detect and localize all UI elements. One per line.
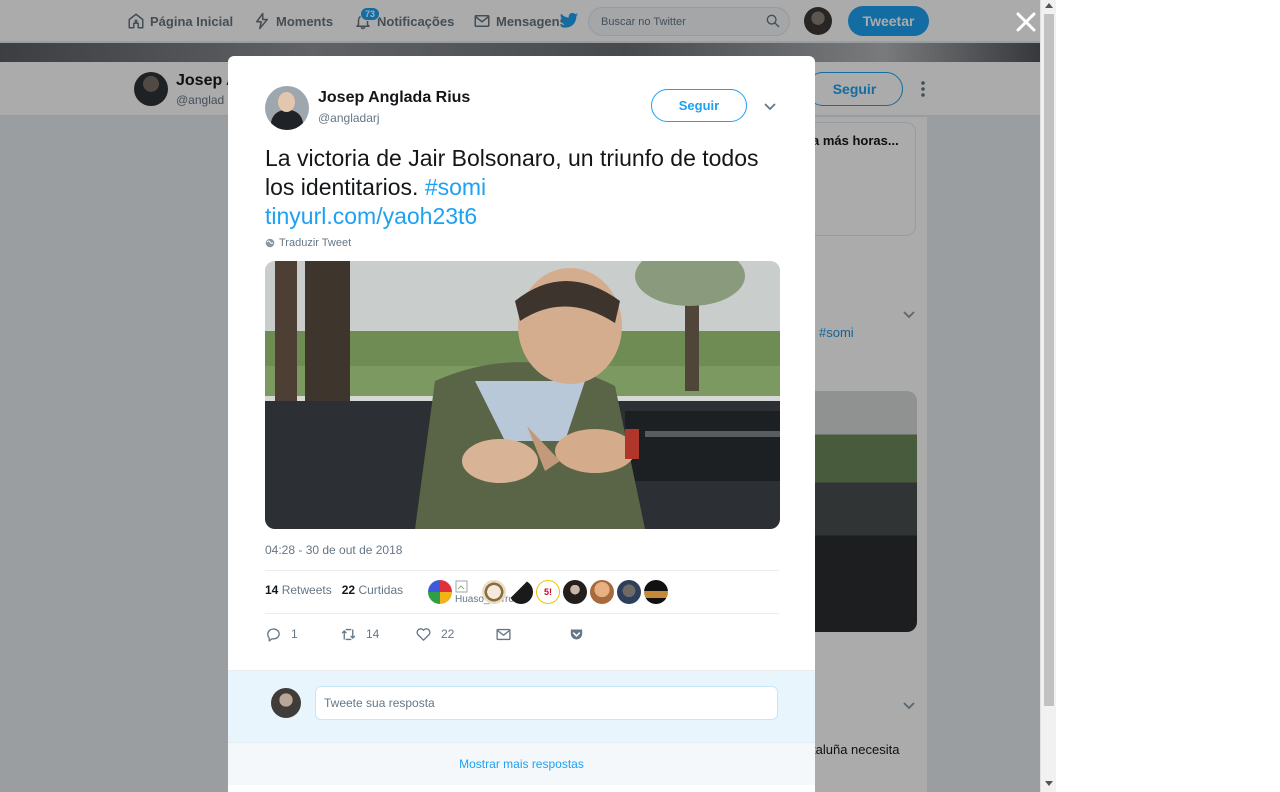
liker-avatar[interactable] <box>428 580 452 604</box>
chevron-down-icon[interactable] <box>763 100 777 114</box>
globe-icon <box>265 238 275 248</box>
scroll-down-arrow-icon[interactable] <box>1045 781 1053 786</box>
author-name[interactable]: Josep Anglada Rius <box>318 89 470 107</box>
translate-label: Traduzir Tweet <box>279 237 352 249</box>
liker-avatar[interactable] <box>563 580 587 604</box>
avatar-face-shape <box>278 92 295 112</box>
broken-image-icon <box>455 580 468 593</box>
retweet-count: 14 <box>265 583 279 597</box>
page-scrollbar[interactable] <box>1040 0 1056 792</box>
like-stat-label: Curtidas <box>358 583 404 597</box>
author-avatar[interactable] <box>265 86 309 130</box>
tweet-photo[interactable] <box>265 261 780 529</box>
reply-area: Tweete sua resposta <box>228 670 815 742</box>
reply-user-avatar <box>271 688 301 718</box>
retweet-action-count: 14 <box>366 627 380 641</box>
envelope-icon <box>496 628 511 640</box>
retweet-stat-label: Retweets <box>281 583 332 597</box>
liker-avatar-badge[interactable]: 5! <box>536 580 560 604</box>
tweet-text-body: La victoria de Jair Bolsonaro, un triunf… <box>265 145 759 200</box>
reply-input[interactable]: Tweete sua resposta <box>315 686 778 720</box>
retweet-icon <box>341 628 356 640</box>
liker-avatar[interactable] <box>644 580 668 604</box>
tweet-timestamp[interactable]: 04:28 - 30 de out de 2018 <box>265 543 402 557</box>
avatar-body-shape <box>271 110 303 130</box>
scrollbar-thumb[interactable] <box>1044 14 1054 706</box>
liker-avatar[interactable] <box>617 580 641 604</box>
tweet-modal: Josep Anglada Rius @angladarj Seguir La … <box>228 56 815 792</box>
tweet-stats: 14 Retweets 22 Curtidas <box>265 583 403 597</box>
show-more-replies-link[interactable]: Mostrar mais respostas <box>228 742 815 785</box>
liker-avatar[interactable] <box>509 580 533 604</box>
author-handle[interactable]: @angladarj <box>318 111 380 125</box>
liker-avatar-broken[interactable]: Huaso_Korro <box>455 580 514 605</box>
reply-button[interactable]: 1 <box>265 624 340 644</box>
reply-icon <box>267 627 280 642</box>
like-button[interactable]: 22 <box>415 624 495 644</box>
retweet-button[interactable]: 14 <box>340 624 415 644</box>
reply-count: 1 <box>291 627 298 641</box>
liker-avatar[interactable] <box>482 580 506 604</box>
close-icon[interactable] <box>1013 9 1039 35</box>
heart-icon <box>416 627 431 641</box>
translate-tweet-link[interactable]: Traduzir Tweet <box>265 237 351 249</box>
tweet-actions: 1 14 22 <box>265 624 585 644</box>
direct-message-button[interactable] <box>495 624 568 644</box>
follow-button[interactable]: Seguir <box>651 89 747 122</box>
tweet-link[interactable]: tinyurl.com/yaoh23t6 <box>265 203 477 229</box>
scroll-up-arrow-icon[interactable] <box>1045 3 1053 8</box>
retweet-stat[interactable]: 14 Retweets <box>265 583 332 597</box>
divider <box>265 613 779 614</box>
tweet-hashtag[interactable]: #somi <box>425 174 486 200</box>
like-stat[interactable]: 22 Curtidas <box>342 583 403 597</box>
like-action-count: 22 <box>441 627 455 641</box>
tweet-text: La victoria de Jair Bolsonaro, un triunf… <box>265 144 785 231</box>
pocket-button[interactable] <box>568 624 585 644</box>
divider <box>265 570 779 571</box>
like-count: 22 <box>341 583 356 597</box>
pocket-icon <box>570 629 583 639</box>
liker-avatar[interactable] <box>590 580 614 604</box>
liker-avatars: Huaso_Korro 5! <box>428 580 668 605</box>
